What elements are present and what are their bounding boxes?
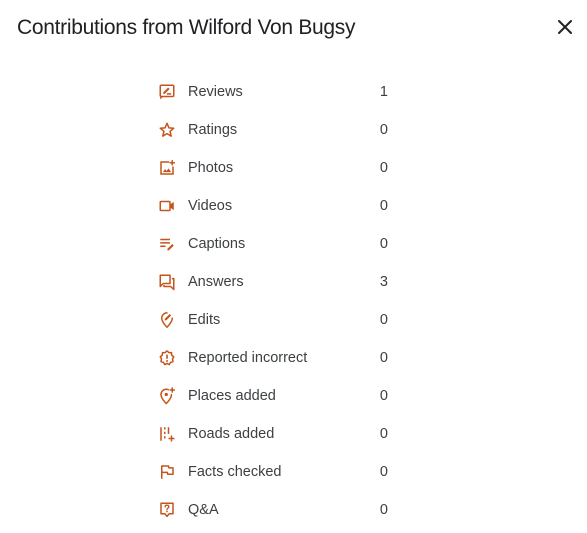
stat-count: 1	[379, 84, 388, 100]
report-icon	[159, 350, 175, 366]
question-answer-icon	[160, 502, 174, 518]
flag-icon	[161, 465, 174, 479]
stat-label: Captions	[188, 236, 246, 252]
contributions-list: Reviews 1 Ratings 0 Photos 0 Videos 0 Ca…	[156, 73, 396, 529]
stat-count: 0	[379, 236, 388, 252]
stat-label: Roads added	[188, 426, 275, 442]
stat-row-videos: Videos 0	[156, 187, 396, 225]
stat-label: Facts checked	[188, 464, 282, 480]
add-road-icon	[160, 427, 175, 442]
stat-label: Q&A	[188, 502, 219, 518]
forum-icon	[159, 274, 175, 291]
stat-row-places-added: Places added 0	[156, 377, 396, 415]
stat-row-ratings: Ratings 0	[156, 111, 396, 149]
stat-row-answers: Answers 3	[156, 263, 396, 301]
stat-row-photos: Photos 0	[156, 149, 396, 187]
stat-count: 3	[379, 274, 388, 290]
stat-row-edits: Edits 0	[156, 301, 396, 339]
stat-label: Photos	[188, 160, 234, 176]
stat-row-facts-checked: Facts checked 0	[156, 453, 396, 491]
dialog-title: Contributions from Wilford Von Bugsy	[17, 16, 356, 39]
close-icon	[558, 20, 572, 34]
stat-count: 0	[379, 312, 388, 328]
stat-row-reported-incorrect: Reported incorrect 0	[156, 339, 396, 377]
stat-row-reviews: Reviews 1	[156, 73, 396, 111]
add-location-icon	[160, 387, 175, 405]
stat-label: Reported incorrect	[188, 350, 308, 366]
stat-count: 0	[379, 198, 388, 214]
close-button[interactable]	[550, 12, 580, 42]
stat-row-roads-added: Roads added 0	[156, 415, 396, 453]
stat-label: Edits	[188, 312, 221, 328]
stat-row-qa: Q&A 0	[156, 491, 396, 529]
stat-label: Answers	[188, 274, 244, 290]
rate-review-icon	[159, 84, 175, 100]
star-outline-icon	[159, 122, 175, 137]
stat-count: 0	[379, 502, 388, 518]
stat-count: 0	[379, 122, 388, 138]
stat-count: 0	[379, 426, 388, 442]
stat-label: Videos	[188, 198, 233, 214]
edit-location-icon	[160, 312, 173, 328]
stat-count: 0	[379, 388, 388, 404]
stat-label: Places added	[188, 388, 276, 404]
stat-count: 0	[379, 464, 388, 480]
stat-count: 0	[379, 350, 388, 366]
add-photo-icon	[160, 160, 175, 175]
caption-edit-icon	[160, 238, 174, 251]
stat-label: Ratings	[188, 122, 238, 138]
stat-count: 0	[379, 160, 388, 176]
stat-row-captions: Captions 0	[156, 225, 396, 263]
stat-label: Reviews	[188, 84, 243, 100]
videocam-icon	[159, 200, 174, 212]
